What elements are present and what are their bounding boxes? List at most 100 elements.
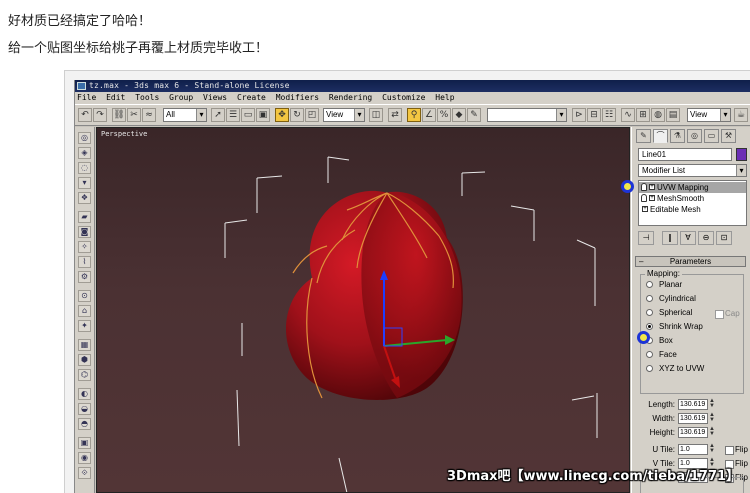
percent-snap-icon[interactable]: %	[437, 108, 451, 122]
stack-item-uvw-mapping[interactable]: + UVW Mapping	[639, 182, 746, 193]
redo-icon[interactable]: ↷	[93, 108, 107, 122]
material-editor-icon[interactable]: ◍	[651, 108, 665, 122]
menu-tools[interactable]: Tools	[135, 92, 159, 104]
select-scale-icon[interactable]: ◰	[305, 108, 319, 122]
tab-button-22-icon[interactable]: ⟐	[78, 467, 91, 479]
selection-filter-select[interactable]: All	[163, 108, 207, 122]
configure-sets-icon[interactable]: ⊡	[716, 231, 732, 245]
select-object-icon[interactable]: ➚	[211, 108, 225, 122]
expand-icon[interactable]: +	[642, 206, 648, 212]
utilities-tab-icon[interactable]: ⚒	[721, 129, 736, 143]
rect-selection-icon[interactable]: ▭	[241, 108, 255, 122]
expand-icon[interactable]: +	[649, 195, 655, 201]
mirror-tool-icon[interactable]: ⊳	[572, 108, 586, 122]
tab-button-16-icon[interactable]: ⌬	[78, 369, 91, 381]
spinner-snap-icon[interactable]: ◆	[452, 108, 466, 122]
radio-planar[interactable]: Planar	[646, 279, 682, 290]
tab-button-20-icon[interactable]: ▣	[78, 437, 91, 449]
menu-rendering[interactable]: Rendering	[329, 92, 372, 104]
select-rotate-icon[interactable]: ↻	[290, 108, 304, 122]
display-tab-icon[interactable]: ▭	[704, 129, 719, 143]
render-view-select[interactable]: View	[687, 108, 731, 122]
tab-button-15-icon[interactable]: ⬢	[78, 354, 91, 366]
tab-button-7-icon[interactable]: ◙	[78, 226, 91, 238]
tab-button-1-icon[interactable]: ◎	[78, 132, 91, 144]
select-by-name-icon[interactable]: ☰	[226, 108, 240, 122]
radio-cylindrical[interactable]: Cylindrical	[646, 293, 696, 304]
stack-item-meshsmooth[interactable]: + MeshSmooth	[639, 193, 746, 204]
menu-create[interactable]: Create	[237, 92, 266, 104]
snap-toggle-icon[interactable]: ⚲	[407, 108, 421, 122]
hierarchy-tab-icon[interactable]: ⚗	[670, 129, 685, 143]
tab-button-11-icon[interactable]: ⊙	[78, 290, 91, 302]
menu-modifiers[interactable]: Modifiers	[276, 92, 319, 104]
spinner-arrows-icon[interactable]: ▲ ▼	[709, 443, 715, 455]
stack-item-editable-mesh[interactable]: + Editable Mesh	[639, 204, 746, 215]
make-unique-icon[interactable]: ∀	[680, 231, 696, 245]
pin-stack-icon[interactable]: ⊣	[638, 231, 654, 245]
tab-button-19-icon[interactable]: ◓	[78, 418, 91, 430]
named-selection-select[interactable]	[487, 108, 567, 122]
tab-button-8-icon[interactable]: ✧	[78, 241, 91, 253]
modify-tab-icon[interactable]: ⌒	[653, 129, 668, 143]
viewport-label[interactable]: Perspective	[101, 130, 147, 138]
tab-button-13-icon[interactable]: ✦	[78, 320, 91, 332]
radio-xyz-to-uvw[interactable]: XYZ to UVW	[646, 363, 704, 374]
menu-file[interactable]: File	[77, 92, 96, 104]
menu-edit[interactable]: Edit	[106, 92, 125, 104]
tab-button-21-icon[interactable]: ◉	[78, 452, 91, 464]
menu-views[interactable]: Views	[203, 92, 227, 104]
menu-help[interactable]: Help	[435, 92, 454, 104]
tab-button-3-icon[interactable]: ◌	[78, 162, 91, 174]
tab-button-9-icon[interactable]: ⌇	[78, 256, 91, 268]
pivot-center-icon[interactable]: ◫	[369, 108, 383, 122]
curve-editor-icon[interactable]: ∿	[621, 108, 635, 122]
tab-button-5-icon[interactable]: ❖	[78, 192, 91, 204]
window-crossing-icon[interactable]: ▣	[256, 108, 270, 122]
tab-button-2-icon[interactable]: ◈	[78, 147, 91, 159]
align-icon[interactable]: ⊟	[587, 108, 601, 122]
select-link-icon[interactable]: ⛓	[112, 108, 126, 122]
radio-face[interactable]: Face	[646, 349, 677, 360]
tab-button-4-icon[interactable]: ▾	[78, 177, 91, 189]
remove-modifier-icon[interactable]: ⊖	[698, 231, 714, 245]
schematic-view-icon[interactable]: ⊞	[636, 108, 650, 122]
spinner-arrows-icon[interactable]: ▲ ▼	[709, 426, 715, 438]
tab-button-6-icon[interactable]: ▰	[78, 211, 91, 223]
menu-group[interactable]: Group	[169, 92, 193, 104]
layer-icon[interactable]: ☷	[602, 108, 616, 122]
spinner-arrows-icon[interactable]: ▲ ▼	[709, 398, 715, 410]
render-scene-icon[interactable]: ▤	[666, 108, 680, 122]
u-flip-checkbox[interactable]: Flip	[725, 444, 748, 456]
spinner-arrows-icon[interactable]: ▲ ▼	[709, 412, 715, 424]
radio-box[interactable]: Box	[646, 335, 673, 346]
lightbulb-icon[interactable]	[641, 183, 647, 191]
tab-button-18-icon[interactable]: ◒	[78, 403, 91, 415]
create-tab-icon[interactable]: ✎	[636, 129, 651, 143]
modifier-list-select[interactable]: Modifier List	[638, 164, 747, 177]
quick-render-icon[interactable]: ☕	[734, 108, 748, 122]
radio-spherical[interactable]: Spherical	[646, 307, 692, 318]
expand-icon[interactable]: +	[649, 184, 655, 190]
menu-customize[interactable]: Customize	[382, 92, 425, 104]
object-name-field[interactable]: Line01	[638, 148, 732, 161]
lightbulb-icon[interactable]	[641, 194, 647, 202]
bind-spacewarp-icon[interactable]: ≈	[142, 108, 156, 122]
perspective-viewport[interactable]: Perspective	[96, 127, 630, 493]
tab-button-14-icon[interactable]: ▦	[78, 339, 91, 351]
mirror-icon[interactable]: ⇄	[388, 108, 402, 122]
object-color-swatch[interactable]	[736, 148, 747, 161]
radio-shrink-wrap[interactable]: Shrink Wrap	[646, 321, 703, 332]
parameters-header[interactable]: – Parameters	[635, 256, 746, 267]
tab-button-17-icon[interactable]: ◐	[78, 388, 91, 400]
select-move-icon[interactable]: ✥	[275, 108, 289, 122]
undo-icon[interactable]: ↶	[78, 108, 92, 122]
angle-snap-icon[interactable]: ∠	[422, 108, 436, 122]
unlink-icon[interactable]: ✂	[127, 108, 141, 122]
tab-button-10-icon[interactable]: ⚙	[78, 271, 91, 283]
cap-checkbox[interactable]: Cap	[715, 308, 740, 319]
motion-tab-icon[interactable]: ◎	[687, 129, 702, 143]
tab-button-12-icon[interactable]: ⌂	[78, 305, 91, 317]
show-end-result-icon[interactable]: ‖	[662, 231, 678, 245]
ref-coord-select[interactable]: View	[323, 108, 365, 122]
